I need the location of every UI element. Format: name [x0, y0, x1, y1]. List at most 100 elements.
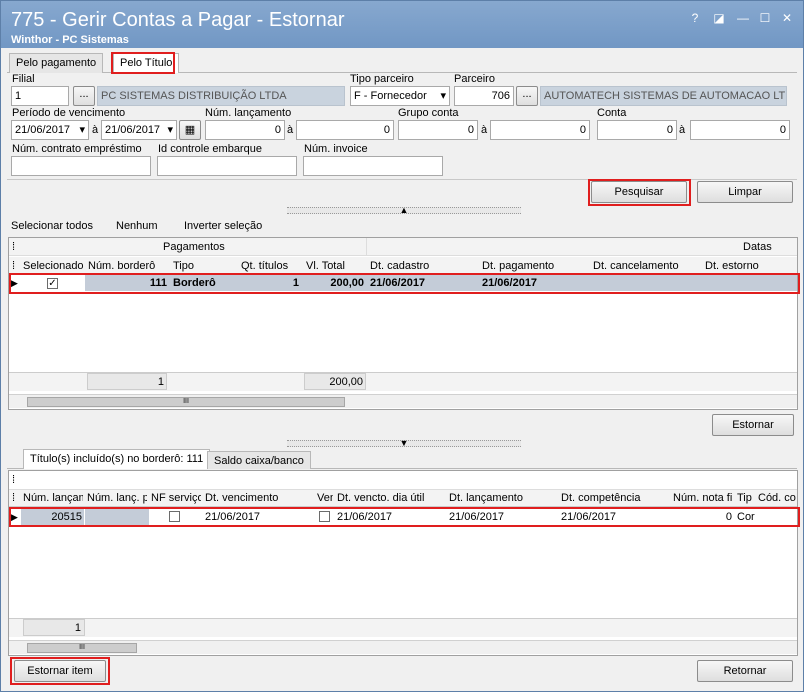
conta-a-label: à [679, 124, 686, 136]
chevron-down-icon: ▾ [440, 90, 446, 102]
footer-count: 1 [157, 376, 164, 388]
col-dt-lancamento[interactable]: Dt. lançamento [449, 492, 557, 504]
periodo-ate-value: 21/06/2017 [105, 124, 161, 136]
col-tipo[interactable]: Tip [737, 492, 755, 504]
periodo-de-input[interactable]: 21/06/2017 ▾ [11, 120, 89, 140]
col-dt-vencimento[interactable]: Dt. vencimento [205, 492, 313, 504]
conta-ate-input[interactable]: 0 [690, 120, 790, 140]
filial-name-field: PC SISTEMAS DISTRIBUIÇÃO LTDA [97, 86, 345, 106]
tipo-parceiro-label: Tipo parceiro [350, 73, 414, 85]
periodo-ate-input[interactable]: 21/06/2017 ▾ [101, 120, 177, 140]
tab-pelo-pagamento[interactable]: Pelo pagamento [9, 53, 104, 73]
highlight-row2 [9, 507, 800, 527]
col-dt-cadastro[interactable]: Dt. cadastro [370, 260, 478, 272]
grip-icon: ⁞ [12, 474, 16, 486]
lancamento-a-label: à [287, 124, 294, 136]
group-pagamentos: Pagamentos [163, 241, 225, 253]
help-icon[interactable]: ? [687, 10, 703, 26]
lancamento-de-input[interactable]: 0 [205, 120, 285, 140]
nenhum-link[interactable]: Nenhum [116, 220, 158, 232]
conta-de-input[interactable]: 0 [597, 120, 677, 140]
filial-lookup-button[interactable]: ... [73, 86, 95, 106]
filial-input[interactable]: 1 [11, 86, 69, 106]
contrato-input[interactable] [11, 156, 151, 176]
window-subtitle: Winthor - PC Sistemas [11, 34, 129, 46]
grupo-a-label: à [481, 124, 488, 136]
title-bar: 775 - Gerir Contas a Pagar - Estornar Wi… [1, 1, 803, 48]
highlight-pesquisar [588, 179, 691, 206]
col-nf-servico[interactable]: NF serviço [151, 492, 201, 504]
col-dt-estorno[interactable]: Dt. estorno [705, 260, 795, 272]
col-cod-conta[interactable]: Cód. con [758, 492, 796, 504]
periodo-a-label: à [92, 124, 99, 136]
grip-icon: ⁞ [12, 492, 16, 504]
footer-total: 200,00 [329, 376, 363, 388]
limpar-button[interactable]: Limpar [697, 181, 793, 203]
col-num-nota-fiscal[interactable]: Núm. nota fi [673, 492, 733, 504]
invoice-label: Núm. invoice [304, 143, 368, 155]
contrato-label: Núm. contrato empréstimo [12, 143, 142, 155]
maximize-icon[interactable]: ☐ [757, 10, 773, 26]
grid1-group-header [9, 238, 797, 256]
col-qt-titulos[interactable]: Qt. títulos [241, 260, 303, 272]
inverter-selecao-link[interactable]: Inverter seleção [184, 220, 262, 232]
minimize-icon[interactable]: — [735, 10, 751, 26]
tipo-parceiro-select[interactable]: F - Fornecedor ▾ [350, 86, 450, 106]
col-vl-total[interactable]: Vl. Total [306, 260, 364, 272]
tipo-parceiro-value: F - Fornecedor [354, 90, 427, 102]
lancamento-ate-input[interactable]: 0 [296, 120, 394, 140]
restore-icon[interactable]: ◪ [711, 10, 727, 26]
col-dt-pagamento[interactable]: Dt. pagamento [482, 260, 590, 272]
col-ven[interactable]: Ven [317, 492, 333, 504]
conta-label: Conta [597, 107, 627, 119]
grupo-ate-input[interactable]: 0 [490, 120, 590, 140]
estornar-button[interactable]: Estornar [712, 414, 794, 436]
collapse-handle-top[interactable]: ▲ [287, 206, 521, 215]
grupo-de-input[interactable]: 0 [398, 120, 478, 140]
col-selecionado[interactable]: Selecionado [23, 260, 85, 272]
chevron-down-icon: ▾ [167, 124, 173, 136]
col-dt-cancelamento[interactable]: Dt. cancelamento [593, 260, 701, 272]
highlight-row1 [9, 273, 800, 294]
highlight-estornar-item [10, 657, 110, 685]
periodo-de-value: 21/06/2017 [15, 124, 71, 136]
parceiro-name-field: AUTOMATECH SISTEMAS DE AUTOMACAO LTDA [540, 86, 787, 106]
calendar-icon[interactable]: ▦ [179, 120, 201, 140]
highlight-tab [111, 52, 175, 74]
tab-saldo-caixa[interactable]: Saldo caixa/banco [207, 451, 311, 469]
grid2-scroll-thumb[interactable]: III [27, 643, 137, 653]
selecionar-todos-link[interactable]: Selecionar todos [11, 220, 93, 232]
periodo-label: Período de vencimento [12, 107, 126, 119]
lancamento-label: Núm. lançamento [205, 107, 292, 119]
grid1-scroll-thumb[interactable]: III [27, 397, 345, 407]
embarque-input[interactable] [157, 156, 297, 176]
group-divider [366, 238, 367, 256]
grip-icon: ⁞ [12, 241, 16, 253]
filial-label: Filial [12, 73, 35, 85]
col-num-lanc-p[interactable]: Núm. lanç. p [87, 492, 147, 504]
col-num-lancamento[interactable]: Núm. lançam [23, 492, 83, 504]
grip-icon: ⁞ [12, 260, 16, 272]
window-title: 775 - Gerir Contas a Pagar - Estornar [11, 9, 345, 31]
grupo-conta-label: Grupo conta [398, 107, 459, 119]
app-window: 775 - Gerir Contas a Pagar - Estornar Wi… [0, 0, 804, 692]
tab-titulos-incluidos[interactable]: Título(s) incluído(s) no borderô: 111 [23, 449, 211, 469]
grid2-footer [9, 618, 797, 637]
col-dt-competencia[interactable]: Dt. competência [561, 492, 669, 504]
footer2-count: 1 [74, 622, 81, 634]
col-num-bordero[interactable]: Núm. borderô [88, 260, 168, 272]
retornar-button[interactable]: Retornar [697, 660, 793, 682]
group-datas: Datas [743, 241, 772, 253]
close-icon[interactable]: ✕ [779, 10, 795, 26]
invoice-input[interactable] [303, 156, 443, 176]
parceiro-lookup-button[interactable]: ... [516, 86, 538, 106]
chevron-down-icon: ▾ [79, 124, 85, 136]
embarque-label: Id controle embarque [158, 143, 262, 155]
collapse-handle-bottom[interactable]: ▼ [287, 439, 521, 448]
grid1-hscrollbar[interactable]: III [9, 394, 797, 408]
col-tipo[interactable]: Tipo [173, 260, 237, 272]
parceiro-input[interactable]: 706 [454, 86, 514, 106]
parceiro-label: Parceiro [454, 73, 495, 85]
col-dt-vencto-dia-util[interactable]: Dt. vencto. dia útil [337, 492, 445, 504]
grid2-hscrollbar[interactable]: III [9, 640, 797, 654]
